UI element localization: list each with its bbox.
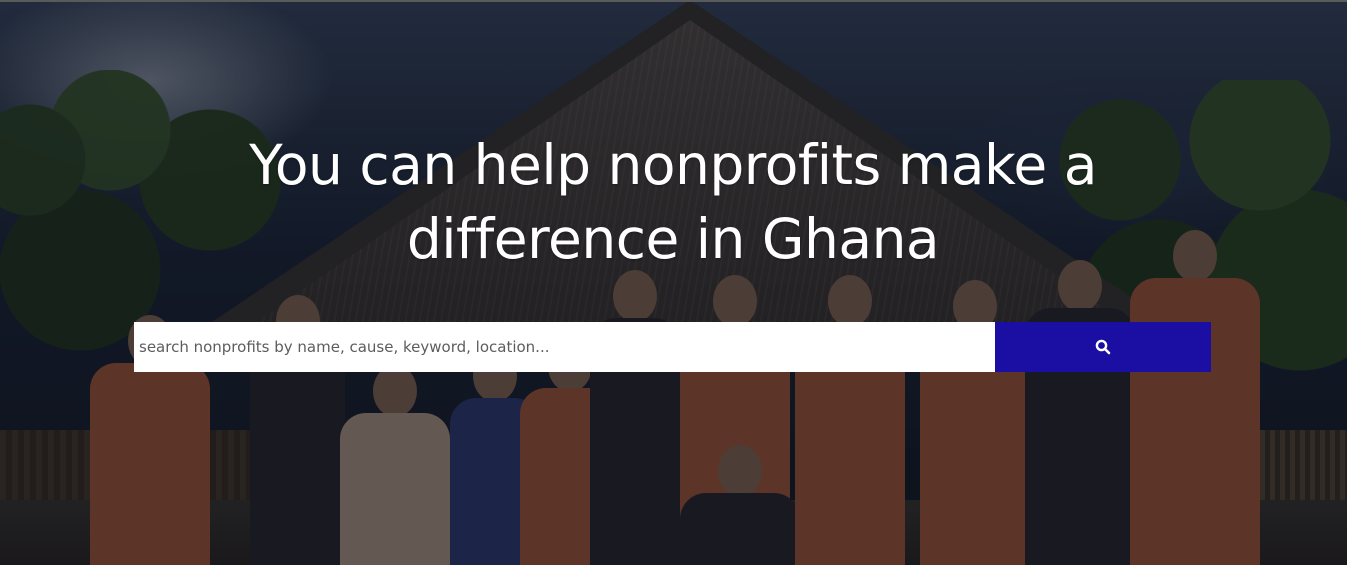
search-button[interactable]: [995, 322, 1211, 372]
nonprofit-search-form: [134, 322, 1211, 372]
search-input[interactable]: [134, 322, 995, 372]
top-border: [0, 0, 1347, 2]
page-headline: You can help nonprofits make a differenc…: [249, 133, 1097, 271]
dark-overlay: [0, 0, 1347, 565]
search-icon: [1095, 339, 1111, 355]
hero-background-image: [0, 0, 1347, 565]
